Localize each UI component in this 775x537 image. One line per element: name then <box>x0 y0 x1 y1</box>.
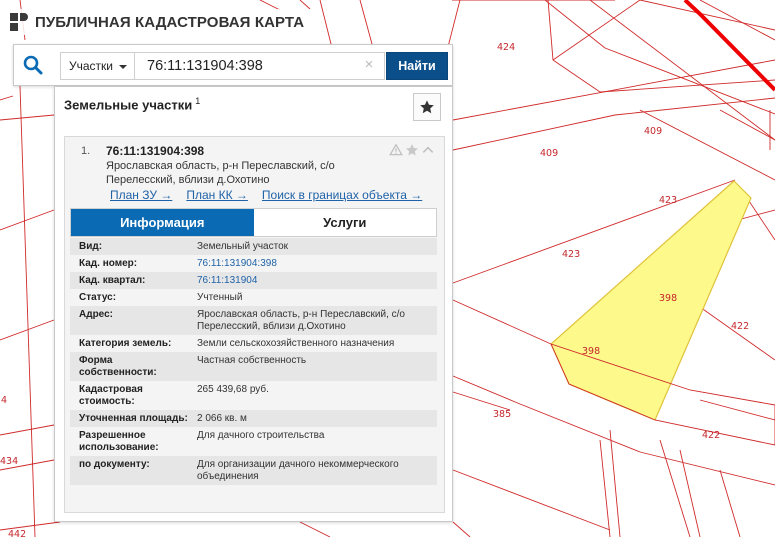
result-tabs: Информация Услуги <box>70 208 437 237</box>
parcel-label: 398 <box>582 346 600 357</box>
parcel-label: 4 <box>1 395 7 406</box>
results-title-text: Земельные участки <box>64 97 193 113</box>
result-cad-number[interactable]: 76:11:131904:398 <box>106 144 204 158</box>
results-title: Земельные участки 1 <box>64 96 200 112</box>
attr-label: Кадастровая стоимость: <box>79 384 143 407</box>
tab-information[interactable]: Информация <box>71 209 254 236</box>
attr-label: Уточненная площадь: <box>79 413 188 424</box>
attr-row-area: Уточненная площадь: 2 066 кв. м <box>70 410 437 427</box>
results-panel: Земельные участки 1 1. 76:11:131904:398 Я… <box>54 86 453 522</box>
parcel-label: 409 <box>644 126 662 137</box>
attr-row-ownership: Форма собственности: Частная собственнос… <box>70 352 437 381</box>
star-icon[interactable] <box>405 143 419 157</box>
attr-row-by-document: по документу: Для организации дачного не… <box>70 456 437 485</box>
attr-row-cadastral-value: Кадастровая стоимость: 265 439,68 руб. <box>70 381 437 410</box>
result-number: 1. <box>81 145 91 157</box>
attr-label: Категория земель: <box>79 338 172 349</box>
result-links: План ЗУ → План КК → Поиск в границах объ… <box>110 188 436 202</box>
cad-quarter-link[interactable]: 76:11:131904 <box>189 275 437 287</box>
attribute-table: Вид: Земельный участок Кад. номер: 76:11… <box>70 238 437 485</box>
app-title: ПУБЛИЧНАЯ КАДАСТРОВАЯ КАРТА <box>35 13 305 31</box>
card-icons <box>389 143 435 157</box>
parcel-label: 434 <box>0 456 18 467</box>
attr-row-type: Вид: Земельный участок <box>70 238 437 255</box>
attr-label: Адрес: <box>79 309 113 320</box>
attr-row-cad-number: Кад. номер: 76:11:131904:398 <box>70 255 437 272</box>
parcel-label: 385 <box>493 409 511 420</box>
attr-label: Кад. квартал: <box>79 275 146 286</box>
attr-value: Ярославская область, р-н Переславский, с… <box>197 309 405 332</box>
attr-value: Земельный участок <box>197 241 289 252</box>
attr-value: Земли сельскохозяйственного назначения <box>197 338 395 349</box>
search-type-select[interactable]: Участки <box>60 52 135 80</box>
parcel-label: 442 <box>8 529 26 537</box>
results-count: 1 <box>195 96 201 106</box>
attr-row-status: Статус: Учтенный <box>70 289 437 306</box>
search-type-label: Участки <box>69 59 113 73</box>
parcel-label: 422 <box>702 430 720 441</box>
attr-row-land-category: Категория земель: Земли сельскохозяйстве… <box>70 335 437 352</box>
parcel-label: 398 <box>659 293 677 304</box>
tab-services[interactable]: Услуги <box>253 209 436 236</box>
attr-label: Статус: <box>79 292 117 303</box>
selected-parcel-398[interactable] <box>550 180 752 421</box>
result-address: Ярославская область, р-н Переславский, с… <box>106 160 335 186</box>
parcel-label: 422 <box>731 321 749 332</box>
attr-label: по документу: <box>79 459 150 470</box>
parcel-label: 409 <box>540 148 558 159</box>
attr-value: Для организации дачного некоммерческого … <box>197 459 399 482</box>
attr-label: Вид: <box>79 241 103 252</box>
chevron-up-icon[interactable] <box>421 143 435 157</box>
attr-value: 265 439,68 руб. <box>197 384 269 395</box>
star-icon <box>420 100 434 114</box>
attr-value: 2 066 кв. м <box>197 413 247 424</box>
attr-label: Кад. номер: <box>79 258 138 269</box>
attr-row-address: Адрес: Ярославская область, р-н Переслав… <box>70 306 437 335</box>
app-header: ПУБЛИЧНАЯ КАДАСТРОВАЯ КАРТА <box>10 9 311 35</box>
search-input[interactable] <box>135 52 385 80</box>
clear-icon[interactable]: × <box>362 57 376 72</box>
favorites-button[interactable] <box>413 93 441 121</box>
search-icon[interactable] <box>22 54 44 76</box>
parcel-label: 423 <box>562 249 580 260</box>
attr-label: Разрешенное использование: <box>79 430 159 453</box>
find-button[interactable]: Найти <box>386 52 448 80</box>
plan-kk-link[interactable]: План КК → <box>186 188 248 202</box>
parcel-label: 423 <box>659 195 677 206</box>
chevron-down-icon <box>119 65 127 69</box>
border-line <box>683 0 775 92</box>
search-within-link[interactable]: Поиск в границах объекта → <box>262 188 422 202</box>
cad-number-link[interactable]: 76:11:131904:398 <box>189 258 437 270</box>
attr-row-permitted-use: Разрешенное использование: Для дачного с… <box>70 427 437 456</box>
attr-value: Для дачного строительства <box>197 430 325 441</box>
plan-zu-link[interactable]: План ЗУ → <box>110 188 172 202</box>
rosreestr-logo-icon <box>10 13 28 31</box>
search-panel: Участки × Найти <box>13 44 453 86</box>
result-card[interactable]: 1. 76:11:131904:398 Ярославская область,… <box>64 136 445 513</box>
attr-row-cad-quarter: Кад. квартал: 76:11:131904 <box>70 272 437 289</box>
attr-value: Частная собственность <box>197 355 307 366</box>
parcel-label: 424 <box>497 42 515 53</box>
attr-value: Учтенный <box>197 292 243 303</box>
warning-icon[interactable] <box>389 143 403 157</box>
attr-label: Форма собственности: <box>79 355 157 378</box>
